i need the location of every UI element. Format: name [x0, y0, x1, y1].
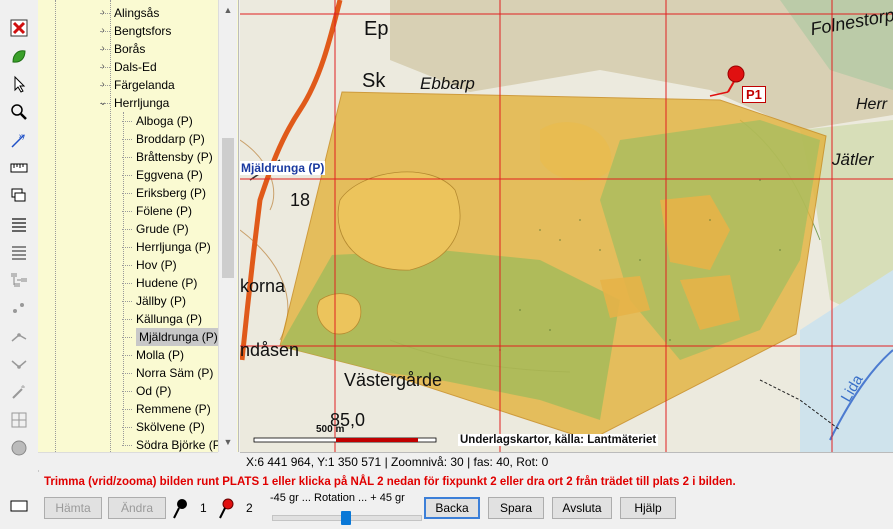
map-canvas[interactable]	[240, 0, 893, 452]
location-tree: › Alingsås › Bengtsfors › Borås › Dals-Ed › Färge…	[38, 0, 239, 452]
tree-child-item[interactable]: Grude (P)	[136, 220, 189, 238]
hjalp-button[interactable]: Hjälp	[620, 497, 676, 519]
rectangle-icon[interactable]	[9, 496, 29, 516]
tree-item[interactable]: Färgelanda	[114, 76, 175, 94]
status-zoom: Zoomnivå: 30	[391, 455, 464, 469]
backa-button[interactable]: Backa	[424, 497, 480, 519]
instruction-text: Trimma (vrid/zooma) bilden runt PLATS 1 …	[44, 476, 736, 488]
tool-palette: xy	[0, 0, 39, 472]
tree-item[interactable]: Borås	[114, 40, 145, 58]
hamta-button[interactable]: Hämta	[44, 497, 102, 519]
map-label-sk: Sk	[362, 70, 386, 92]
zoom-icon[interactable]	[9, 102, 29, 122]
tree-item[interactable]: Bengtsfors	[114, 22, 171, 40]
map-source-label: Underlagskartor, källa: Lantmäteriet	[458, 434, 659, 446]
tree-child-item[interactable]: Herrljunga (P)	[136, 238, 211, 256]
tree-child-item[interactable]: Skölvene (P)	[136, 418, 205, 436]
tree-child-item[interactable]: Fölene (P)	[136, 202, 192, 220]
map-label-jatler: Jätler	[832, 150, 874, 169]
tree-child-item[interactable]: Jällby (P)	[136, 292, 186, 310]
tree-item[interactable]: Alingsås	[114, 4, 159, 22]
tree-child-item[interactable]: Broddarp (P)	[136, 130, 205, 148]
grid-icon[interactable]	[9, 410, 29, 430]
map-view[interactable]: Ep Ebbarp Sk Mjäldrunga (P) 18 korna ndå…	[240, 0, 893, 452]
map-label-mjaldrunga: Mjäldrunga (P)	[240, 161, 326, 175]
expand-toggle-icon[interactable]: ›	[98, 4, 108, 22]
scale-label: 500 m	[316, 424, 345, 435]
tree-horizontal-scrollbar[interactable]	[38, 452, 218, 470]
map-label-ndasen: ndåsen	[240, 340, 300, 360]
wand-icon[interactable]	[9, 382, 29, 402]
status-coords: X:6 441 964, Y:1 350 571	[246, 455, 382, 469]
spara-button[interactable]: Spara	[488, 497, 544, 519]
pin1-icon	[173, 499, 187, 519]
ruler-icon[interactable]	[9, 158, 29, 178]
layers-icon[interactable]	[9, 186, 29, 206]
expand-toggle-icon[interactable]: ⌄	[98, 94, 108, 112]
pin1-button[interactable]: 1	[172, 497, 212, 519]
status-bar: X:6 441 964, Y:1 350 571 | Zoomnivå: 30 …	[240, 452, 893, 472]
rotation-slider-thumb[interactable]	[341, 511, 351, 525]
tree-child-item[interactable]: Källunga (P)	[136, 310, 202, 328]
rotation-label: -45 gr ... Rotation ... + 45 gr	[270, 492, 405, 504]
line-icon[interactable]	[9, 326, 29, 346]
pin2-icon	[219, 498, 234, 519]
expand-toggle-icon[interactable]: ›	[98, 40, 108, 58]
tree-scrollbar[interactable]: ▲ ▼	[218, 0, 237, 452]
list-icon[interactable]	[9, 214, 29, 234]
andra-button[interactable]: Ändra	[108, 497, 166, 519]
marker-label-p1[interactable]: P1	[742, 86, 766, 103]
map-label-ebbarp: Ebbarp	[420, 74, 475, 93]
expand-toggle-icon[interactable]: ›	[98, 76, 108, 94]
tree-child-item[interactable]: Mjäldrunga (P)	[136, 328, 221, 346]
expand-toggle-icon[interactable]: ›	[98, 58, 108, 76]
tree-child-item[interactable]: Eggvena (P)	[136, 166, 203, 184]
dots-icon[interactable]	[9, 298, 29, 318]
tree-item-expanded[interactable]: Herrljunga	[114, 94, 169, 112]
circle-icon[interactable]	[9, 438, 29, 458]
map-label-herr: Herr	[856, 96, 888, 113]
tree-child-item[interactable]: Alboga (P)	[136, 112, 193, 130]
close-icon[interactable]	[9, 18, 29, 38]
pin1-label: 1	[200, 501, 207, 515]
list2-icon[interactable]	[9, 242, 29, 262]
tree-item[interactable]: Dals-Ed	[114, 58, 157, 76]
pin2-label: 2	[246, 501, 253, 515]
map-label-vastergarde: Västergårde	[344, 370, 443, 390]
tree-child-item[interactable]: Norra Säm (P)	[136, 364, 213, 382]
scroll-thumb[interactable]	[222, 138, 234, 278]
tree-child-item[interactable]: Södra Björke (P)	[136, 436, 225, 452]
expand-toggle-icon[interactable]: ›	[98, 22, 108, 40]
tree-child-item[interactable]: Molla (P)	[136, 346, 184, 364]
map-label-18: 18	[290, 190, 311, 210]
tree-child-item[interactable]: Bråttensby (P)	[136, 148, 213, 166]
pin2-button[interactable]: 2	[218, 497, 258, 519]
map-label-korna: korna	[240, 276, 286, 296]
leaf-icon[interactable]	[9, 47, 29, 67]
tree-child-item[interactable]: Remmene (P)	[136, 400, 211, 418]
network-icon[interactable]	[9, 270, 29, 290]
line2-icon[interactable]	[9, 354, 29, 374]
tree-child-item[interactable]: Od (P)	[136, 382, 171, 400]
avsluta-button[interactable]: Avsluta	[552, 497, 612, 519]
tree-child-item[interactable]: Hudene (P)	[136, 274, 197, 292]
svg-text:xy: xy	[19, 134, 25, 140]
pointer-icon[interactable]	[9, 74, 29, 94]
tree-child-item[interactable]: Eriksberg (P)	[136, 184, 206, 202]
measure-icon[interactable]: xy	[9, 130, 29, 150]
tree-child-item[interactable]: Hov (P)	[136, 256, 177, 274]
map-label-ep: Ep	[364, 18, 389, 40]
status-fas: fas: 40, Rot: 0	[473, 455, 549, 469]
